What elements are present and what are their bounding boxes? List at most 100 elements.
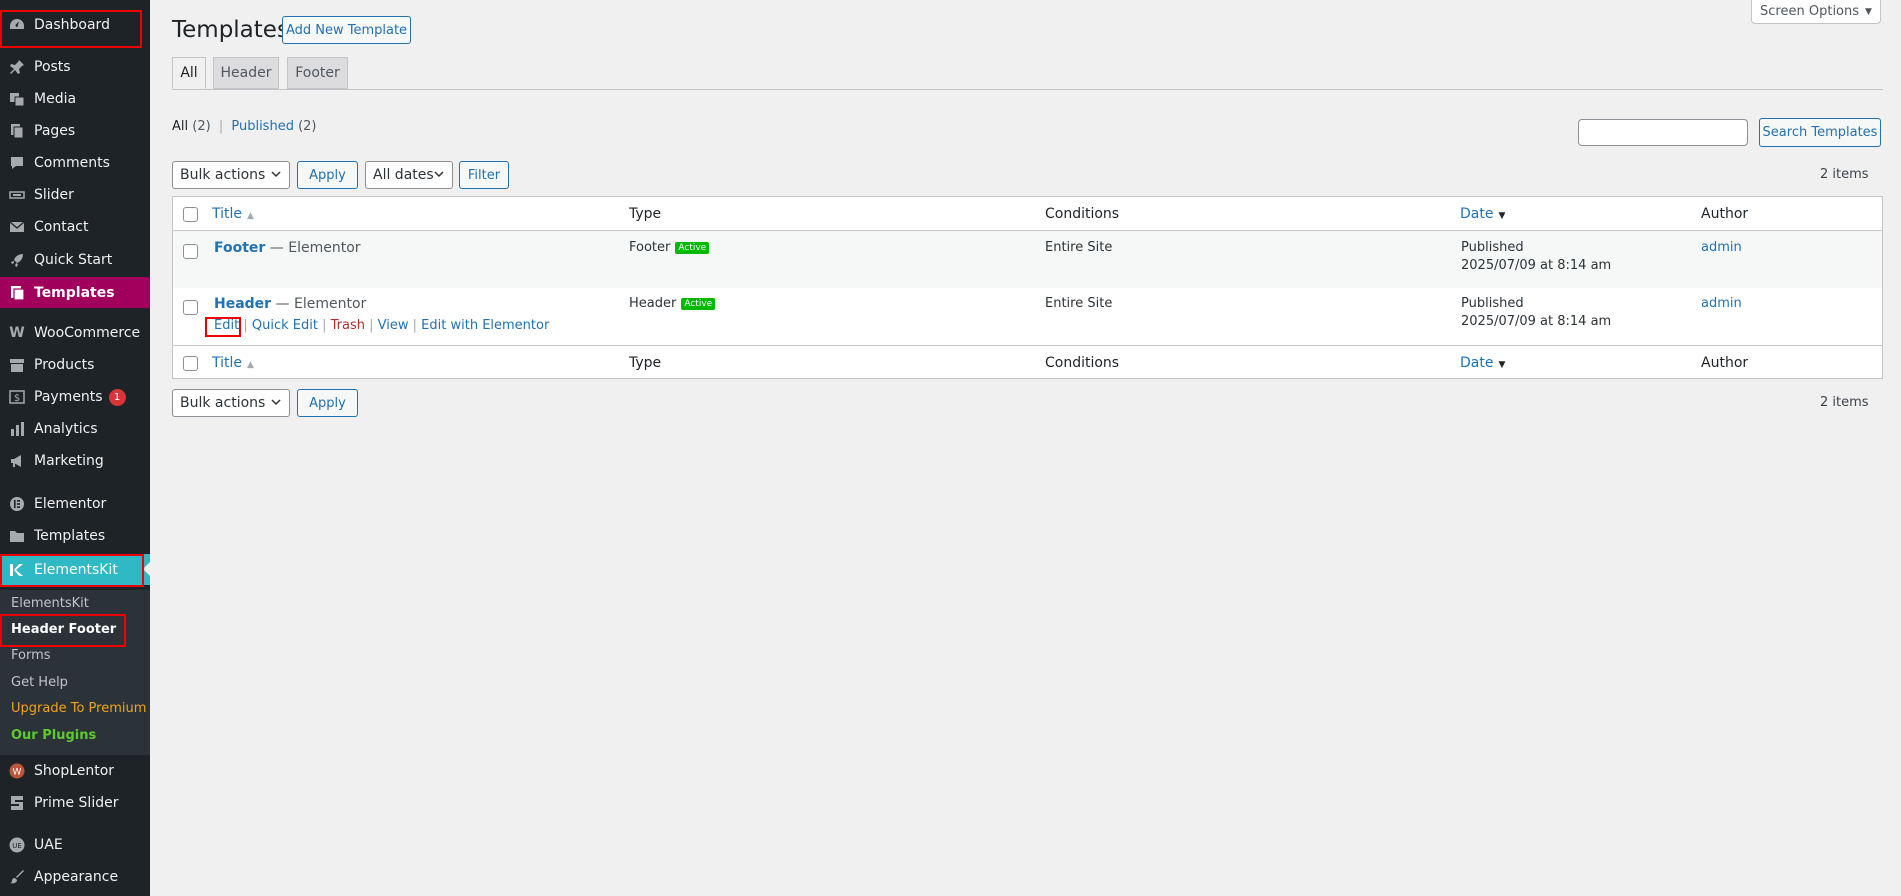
row-type-label: Footer [629, 240, 671, 255]
sidebar-item-slider[interactable]: Slider [0, 180, 150, 210]
row-date: 2025/07/09 at 8:14 am [1461, 258, 1612, 273]
row-title-link[interactable]: Footer [214, 240, 265, 256]
chevron-down-icon [271, 397, 281, 410]
search-templates-button[interactable]: Search Templates [1759, 118, 1881, 147]
quick-edit-link[interactable]: Quick Edit [252, 318, 318, 333]
sidebar-item-elementor-templates[interactable]: Templates [0, 521, 150, 551]
action-separator: | [369, 318, 374, 333]
sidebar-item-woocommerce[interactable]: W WooCommerce [0, 318, 150, 348]
elementskit-submenu: ElementsKit Header Footer Forms Get Help… [0, 590, 150, 755]
screen-options-button[interactable]: Screen Options ▼ [1751, 0, 1881, 24]
tab-header[interactable]: Header [213, 57, 279, 89]
tab-all[interactable]: All [172, 57, 206, 89]
select-all-checkbox[interactable] [183, 207, 198, 222]
search-templates-input[interactable] [1578, 119, 1748, 146]
row-checkbox[interactable] [183, 244, 198, 259]
row-author-link[interactable]: admin [1701, 296, 1742, 311]
bulk-actions-select-top[interactable]: Bulk actions [172, 161, 290, 189]
sidebar-item-posts[interactable]: Posts [0, 52, 150, 82]
filter-button[interactable]: Filter [459, 161, 509, 189]
sidebar-item-label: Posts [34, 59, 71, 75]
column-date[interactable]: Date ▼ [1460, 206, 1505, 222]
select-all-checkbox-footer[interactable] [183, 356, 198, 371]
notification-badge: 1 [108, 388, 126, 406]
bulk-actions-select-bottom[interactable]: Bulk actions [172, 389, 290, 417]
row-status: Published [1461, 240, 1524, 255]
sidebar-item-label: Appearance [34, 869, 119, 885]
sidebar-item-pages[interactable]: Pages [0, 116, 150, 146]
sidebar-item-label: Templates [34, 528, 106, 544]
column-author-footer: Author [1701, 355, 1749, 371]
sidebar-item-uae[interactable]: UE UAE [0, 830, 150, 860]
add-new-template-button[interactable]: Add New Template [282, 16, 411, 44]
mail-icon [9, 219, 25, 235]
sidebar-item-templates[interactable]: Templates [0, 277, 150, 308]
row-title: Header — Elementor [214, 296, 366, 312]
submenu-item-elementskit[interactable]: ElementsKit [11, 596, 89, 611]
apply-button-bottom[interactable]: Apply [297, 389, 358, 417]
submenu-item-header-footer[interactable]: Header Footer [11, 622, 116, 637]
prime-slider-icon [9, 795, 25, 811]
trash-link[interactable]: Trash [331, 318, 365, 333]
row-checkbox[interactable] [183, 300, 198, 315]
all-dates-select[interactable]: All dates [365, 161, 453, 189]
column-title[interactable]: Title ▲ [212, 206, 254, 222]
sidebar-item-contact[interactable]: Contact [0, 212, 150, 242]
submenu-item-upgrade[interactable]: Upgrade To Premium [11, 701, 146, 716]
row-author-link[interactable]: admin [1701, 240, 1742, 255]
filter-published-link[interactable]: Published [231, 119, 294, 134]
sidebar-item-label: Templates [34, 284, 115, 301]
sidebar-item-label: Payments [34, 389, 103, 405]
admin-sidebar: Dashboard Posts Media Pages Comments Sli… [0, 0, 150, 896]
sidebar-item-label: WooCommerce [34, 325, 141, 341]
row-title-link[interactable]: Header [214, 296, 271, 312]
caret-down-icon: ▼ [1865, 6, 1872, 17]
sidebar-item-marketing[interactable]: Marketing [0, 446, 150, 476]
svg-text:W: W [13, 768, 22, 778]
chevron-down-icon [434, 169, 444, 182]
pages-icon [9, 123, 25, 139]
column-date-label: Date [1460, 355, 1494, 371]
filter-all-link[interactable]: All [172, 119, 188, 134]
submenu-item-get-help[interactable]: Get Help [11, 675, 68, 690]
sidebar-item-shoplentor[interactable]: W ShopLentor [0, 756, 150, 786]
sidebar-item-payments[interactable]: $ Payments 1 [0, 382, 150, 412]
column-title-footer[interactable]: Title ▲ [212, 355, 254, 371]
sidebar-item-comments[interactable]: Comments [0, 148, 150, 178]
folder-icon [9, 528, 25, 544]
bar-chart-icon [9, 421, 25, 437]
elementor-icon [9, 496, 25, 512]
view-link[interactable]: View [378, 318, 409, 333]
column-date-label: Date [1460, 206, 1494, 222]
column-title-label: Title [212, 355, 243, 371]
sidebar-item-media[interactable]: Media [0, 84, 150, 114]
column-title-label: Title [212, 206, 243, 222]
column-date-footer[interactable]: Date ▼ [1460, 355, 1505, 371]
submenu-item-forms[interactable]: Forms [11, 648, 51, 663]
sidebar-item-products[interactable]: Products [0, 350, 150, 380]
slider-icon [9, 187, 25, 203]
row-conditions: Entire Site [1045, 296, 1113, 311]
tab-footer[interactable]: Footer [287, 57, 348, 89]
sidebar-item-label: Dashboard [34, 17, 110, 33]
apply-button-top[interactable]: Apply [297, 161, 358, 189]
sidebar-item-appearance[interactable]: Appearance [0, 862, 150, 892]
submenu-item-our-plugins[interactable]: Our Plugins [11, 728, 96, 743]
sidebar-item-elementskit[interactable]: ElementsKit [0, 554, 150, 585]
sidebar-item-dashboard[interactable]: Dashboard [0, 10, 150, 40]
edit-with-elementor-link[interactable]: Edit with Elementor [421, 318, 549, 333]
sidebar-item-quick-start[interactable]: Quick Start [0, 245, 150, 275]
edit-link[interactable]: Edit [214, 318, 239, 333]
sort-icon: ▲ [247, 360, 254, 370]
sidebar-item-label: Elementor [34, 496, 107, 512]
sidebar-item-analytics[interactable]: Analytics [0, 414, 150, 444]
templates-icon [9, 285, 25, 301]
sidebar-item-elementor[interactable]: Elementor [0, 489, 150, 519]
status-filter-links: All (2) | Published (2) [172, 119, 317, 134]
dollar-icon: $ [9, 389, 25, 405]
brush-icon [9, 869, 25, 885]
sidebar-item-prime-slider[interactable]: Prime Slider [0, 788, 150, 818]
column-conditions-footer: Conditions [1045, 355, 1120, 371]
action-separator: | [243, 318, 248, 333]
pin-icon [9, 59, 25, 75]
